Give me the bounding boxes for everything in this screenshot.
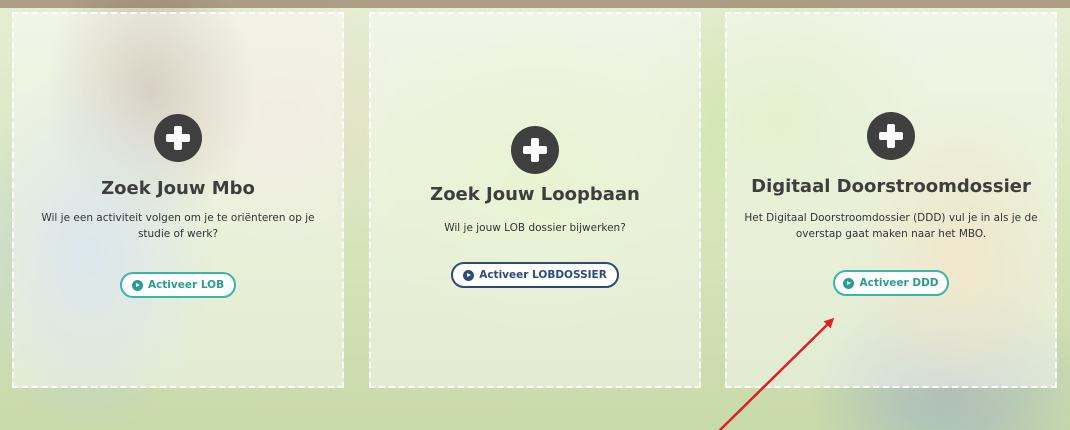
plus-circle-icon[interactable] (867, 112, 915, 160)
chevron-right-circle-icon (843, 277, 855, 289)
plus-circle-icon[interactable] (511, 126, 559, 174)
card-description: Wil je een activiteit volgen om je te or… (41, 212, 315, 240)
card-title: Zoek Jouw Loopbaan (430, 184, 640, 205)
activeer-ddd-button[interactable]: Activeer DDD (833, 270, 949, 296)
card-zoek-jouw-mbo: Zoek Jouw Mbo Wil je een activiteit volg… (12, 12, 344, 388)
activeer-lobdossier-button[interactable]: Activeer LOBDOSSIER (451, 262, 619, 288)
chevron-right-circle-icon (463, 269, 475, 281)
card-zoek-jouw-loopbaan: Zoek Jouw Loopbaan Wil je jouw LOB dossi… (369, 12, 701, 388)
activeer-lob-button[interactable]: Activeer LOB (120, 272, 236, 298)
button-label: Activeer LOB (147, 279, 225, 291)
card-description: Het Digitaal Doorstroomdossier (DDD) vul… (744, 212, 1038, 240)
button-label: Activeer LOBDOSSIER (479, 269, 607, 281)
chevron-right-circle-icon (131, 279, 143, 291)
button-label: Activeer DDD (859, 277, 939, 289)
card-title: Zoek Jouw Mbo (101, 178, 255, 199)
card-title: Digitaal Doorstroomdossier (751, 176, 1031, 197)
card-digitaal-doorstroomdossier: Digitaal Doorstroomdossier Het Digitaal … (725, 12, 1057, 388)
top-edge-strip (0, 0, 1070, 8)
card-description: Wil je jouw LOB dossier bijwerken? (444, 222, 626, 234)
plus-circle-icon[interactable] (154, 114, 202, 162)
